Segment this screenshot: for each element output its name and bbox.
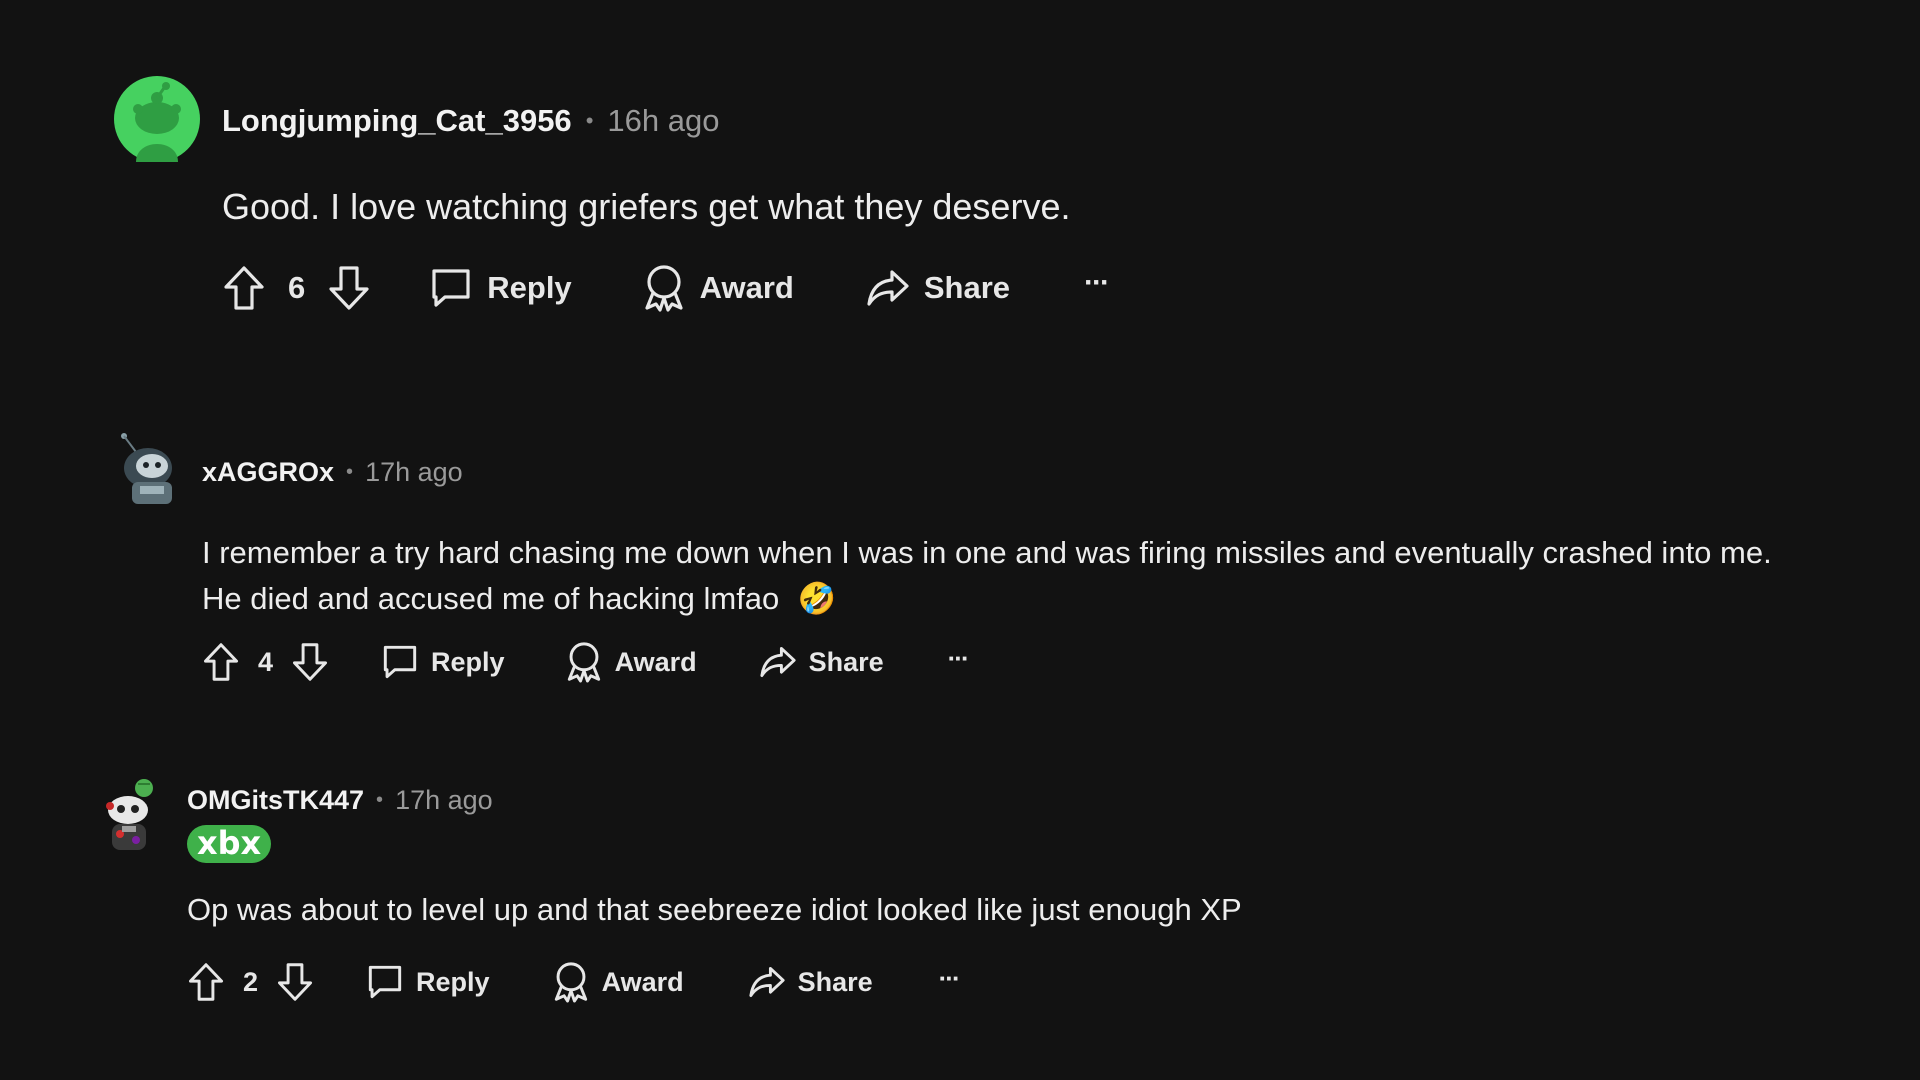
comment-3: OMGitsTK447 • 17h ago xbx Op was about t… — [0, 730, 1920, 1080]
downvote-arrow-icon — [278, 963, 313, 1001]
more-options-button[interactable]: ··· — [947, 642, 970, 674]
reply-button[interactable]: Reply — [429, 266, 572, 310]
downvote-button[interactable] — [291, 642, 329, 682]
timestamp[interactable]: 17h ago — [395, 785, 493, 816]
vote-score: 2 — [243, 966, 259, 997]
comment-text-line-2-content: He died and accused me of hacking lmfao — [202, 581, 780, 616]
comment-actions: 2 Reply Award Share ··· — [187, 960, 961, 1004]
award-icon — [645, 265, 683, 312]
laughing-emoji-icon: 🤣 — [797, 581, 837, 616]
downvote-arrow-icon — [293, 643, 328, 681]
comment-header: OMGitsTK447 • 17h ago — [187, 782, 493, 818]
reply-button[interactable]: Reply — [366, 963, 490, 1001]
share-button[interactable]: Share — [748, 965, 873, 999]
reply-label: Reply — [487, 270, 572, 305]
share-arrow-icon — [748, 966, 785, 998]
upvote-arrow-icon — [224, 266, 264, 310]
user-avatar[interactable] — [114, 76, 200, 162]
award-button[interactable]: Award — [642, 264, 794, 312]
share-label: Share — [923, 270, 1011, 305]
comment-text-line-1: I remember a try hard chasing me down wh… — [202, 535, 1772, 570]
comment-bubble-icon — [368, 965, 402, 999]
more-dots-icon: ··· — [938, 962, 961, 993]
snoo-avatar-icon — [114, 76, 200, 162]
comment-bubble-icon — [432, 269, 470, 307]
upvote-button[interactable] — [222, 265, 266, 311]
award-label: Award — [699, 270, 794, 305]
upvote-button[interactable] — [202, 642, 240, 682]
downvote-button[interactable] — [327, 265, 371, 311]
award-icon — [554, 962, 587, 1003]
upvote-arrow-icon — [188, 963, 224, 1001]
comment-bubble-icon — [383, 645, 417, 679]
user-flair: xbx — [187, 825, 272, 863]
separator-dot: • — [376, 788, 384, 811]
flair-badge: xbx — [187, 825, 272, 863]
upvote-arrow-icon — [203, 643, 239, 681]
share-button[interactable]: Share — [866, 268, 1010, 308]
upvote-button[interactable] — [187, 962, 225, 1002]
share-label: Share — [797, 966, 873, 997]
comment-header: Longjumping_Cat_3956 • 16h ago — [222, 100, 719, 142]
comment-2: xAGGROx • 17h ago I remember a try hard … — [0, 330, 1920, 730]
vote-score: 6 — [288, 270, 306, 305]
separator-dot: • — [346, 460, 354, 483]
award-label: Award — [614, 646, 697, 677]
more-options-button[interactable]: ··· — [1084, 266, 1110, 300]
more-options-button[interactable]: ··· — [938, 962, 961, 994]
more-dots-icon: ··· — [1084, 266, 1110, 299]
separator-dot: • — [585, 108, 594, 133]
vote-score: 4 — [258, 646, 274, 677]
more-dots-icon: ··· — [947, 642, 970, 673]
timestamp[interactable]: 16h ago — [607, 103, 719, 139]
award-button[interactable]: Award — [552, 961, 684, 1003]
comment-text: Op was about to level up and that seebre… — [187, 892, 1242, 927]
reply-button[interactable]: Reply — [381, 643, 505, 681]
comment-actions: 6 Reply Award Share ··· — [222, 260, 1110, 316]
reply-label: Reply — [416, 966, 490, 997]
share-arrow-icon — [759, 646, 796, 678]
downvote-arrow-icon — [329, 266, 369, 310]
award-icon — [567, 642, 600, 683]
downvote-button[interactable] — [276, 962, 314, 1002]
award-button[interactable]: Award — [565, 641, 697, 683]
timestamp[interactable]: 17h ago — [365, 457, 463, 488]
reply-label: Reply — [431, 646, 505, 677]
comment-1: Longjumping_Cat_3956 • 16h ago Good. I l… — [0, 0, 1920, 330]
username[interactable]: xAGGROx — [202, 457, 334, 488]
share-button[interactable]: Share — [759, 645, 884, 679]
comment-text-line-2: He died and accused me of hacking lmfao … — [202, 576, 1772, 622]
snoo-avatar-icon — [121, 433, 172, 504]
share-arrow-icon — [867, 270, 909, 306]
username[interactable]: Longjumping_Cat_3956 — [222, 103, 572, 139]
comment-header: xAGGROx • 17h ago — [202, 454, 463, 490]
user-avatar[interactable] — [102, 776, 162, 856]
comment-actions: 4 Reply Award Share ··· — [202, 640, 970, 684]
comment-text: Good. I love watching griefers get what … — [222, 186, 1071, 227]
snoo-avatar-icon — [106, 779, 153, 850]
award-label: Award — [601, 966, 684, 997]
share-label: Share — [808, 646, 884, 677]
username[interactable]: OMGitsTK447 — [187, 785, 364, 816]
user-avatar[interactable] — [118, 430, 184, 508]
comment-text: I remember a try hard chasing me down wh… — [202, 530, 1772, 622]
